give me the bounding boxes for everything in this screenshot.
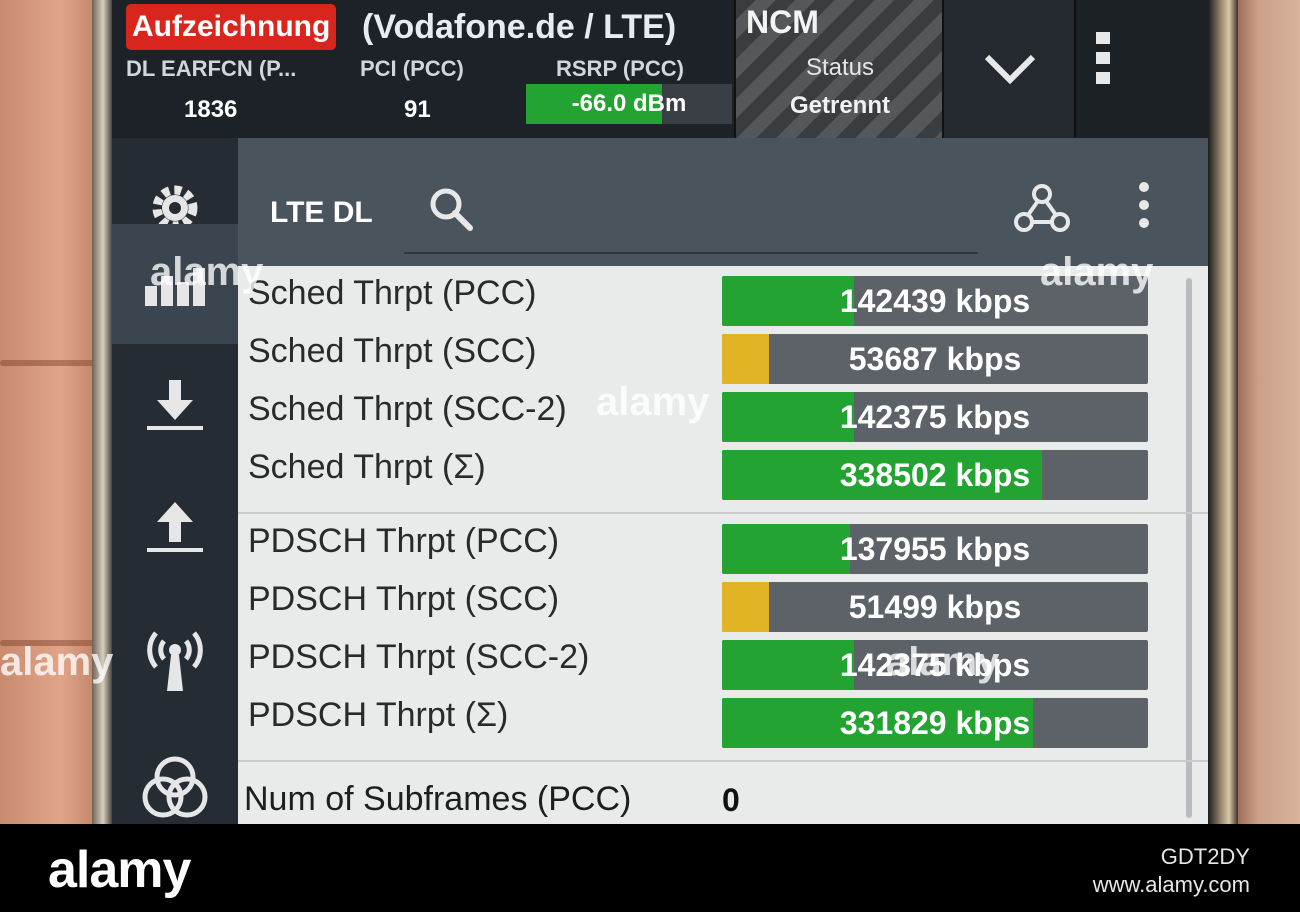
divider — [238, 760, 1208, 762]
watermark-logo: alamy — [0, 640, 114, 684]
metric-row: PDSCH Thrpt (SCC-2) 142375 kbps — [238, 632, 1208, 690]
metric-label: PDSCH Thrpt (SCC-2) — [248, 638, 590, 676]
panel-title: LTE DL — [270, 196, 373, 229]
more-vert-icon — [1139, 182, 1149, 228]
metric-bar: 53687 kbps — [722, 334, 1148, 384]
metric-label: Sched Thrpt (SCC) — [248, 332, 537, 370]
metric-row: Sched Thrpt (SCC-2) 142375 kbps — [238, 384, 1208, 442]
finger-crease — [0, 360, 100, 366]
more-vert-icon — [1096, 32, 1110, 84]
metric-bar: 142375 kbps — [722, 392, 1148, 442]
ncm-title: NCM — [746, 4, 819, 40]
chevron-down-icon — [984, 54, 1036, 85]
metric-value: 338502 kbps — [839, 457, 1031, 493]
watermark-url: www.alamy.com — [1092, 872, 1250, 897]
ncm-panel[interactable]: NCM Status Getrennt — [734, 0, 944, 138]
sidebar-item-upload[interactable] — [112, 468, 238, 588]
metric-row: PDSCH Thrpt (SCC) 51499 kbps — [238, 574, 1208, 632]
metric-row: PDSCH Thrpt (Σ) 331829 kbps — [238, 690, 1208, 748]
metric-row: PDSCH Thrpt (PCC) 137955 kbps — [238, 516, 1208, 574]
metric-bar: 331829 kbps — [722, 698, 1148, 748]
network-label: (Vodafone.de / LTE) — [362, 8, 677, 46]
metric-label: Sched Thrpt (PCC) — [248, 274, 537, 312]
metric-label: PDSCH Thrpt (PCC) — [248, 522, 560, 560]
metric-bar: 338502 kbps — [722, 450, 1148, 500]
metric-bar: 51499 kbps — [722, 582, 1148, 632]
watermark-logo: alamy — [596, 380, 710, 424]
metric-row: Sched Thrpt (SCC) 53687 kbps — [238, 326, 1208, 384]
subframes-label: Num of Subframes (PCC) — [244, 780, 632, 818]
sidebar-item-overlap[interactable] — [112, 728, 238, 824]
webhook-button[interactable] — [1014, 182, 1070, 239]
lte-dl-panel: LTE DL Sched Thrpt (PCC) 142439 kbps Sch… — [238, 138, 1208, 824]
panel-header: LTE DL — [238, 138, 1208, 266]
watermark-logo: alamy — [1040, 250, 1154, 294]
download-icon — [147, 380, 203, 430]
sidebar-item-signal[interactable] — [112, 598, 238, 718]
metric-value: 331829 kbps — [839, 705, 1031, 741]
divider — [238, 512, 1208, 514]
recording-badge[interactable]: Aufzeichnung — [126, 4, 337, 50]
sidebar-item-download[interactable] — [112, 346, 238, 466]
rsrp-value: -66.0 dBm — [571, 90, 687, 117]
upload-icon — [147, 502, 203, 552]
watermark-image-id: GDT2DY — [1160, 844, 1250, 869]
metric-label: PDSCH Thrpt (Σ) — [248, 696, 509, 734]
watermark-logo: alamy — [886, 640, 1000, 684]
metric-value: 137955 kbps — [839, 531, 1031, 567]
earfcn-header: DL EARFCN (P... — [126, 56, 297, 81]
watermark-bar: alamy GDT2DY www.alamy.com — [0, 824, 1300, 912]
search-icon — [430, 188, 473, 231]
ncm-status-label: Status — [805, 54, 875, 81]
metric-label: Sched Thrpt (SCC-2) — [248, 390, 567, 428]
metric-value: 51499 kbps — [848, 589, 1022, 625]
search-input[interactable] — [404, 252, 978, 254]
overflow-menu-button[interactable] — [1074, 0, 1208, 138]
status-bar: Aufzeichnung (Vodafone.de / LTE) DL EARF… — [112, 0, 1208, 138]
metric-row: Sched Thrpt (Σ) 338502 kbps — [238, 442, 1208, 500]
rsrp-header: RSRP (PCC) — [556, 56, 684, 81]
watermark-brand: alamy — [48, 841, 191, 899]
expand-button[interactable] — [942, 0, 1076, 138]
antenna-icon — [147, 631, 203, 691]
metric-value: 142375 kbps — [839, 399, 1031, 435]
earfcn-value: 1836 — [184, 96, 238, 123]
rsrp-bar: -66.0 dBm — [526, 84, 732, 124]
panel-menu-button[interactable] — [1138, 182, 1150, 233]
ncm-status-value: Getrennt — [789, 92, 890, 119]
hand-right — [1230, 0, 1300, 824]
metric-value: 53687 kbps — [848, 341, 1022, 377]
search-button[interactable] — [428, 186, 474, 237]
phone-bezel-right — [1208, 0, 1238, 824]
sidebar — [112, 138, 238, 824]
webhook-icon — [1014, 184, 1070, 232]
metric-label: PDSCH Thrpt (SCC) — [248, 580, 560, 618]
phone-bezel-left — [92, 0, 114, 824]
subframes-value: 0 — [722, 782, 740, 818]
venn-icon — [142, 756, 208, 818]
watermark-logo: alamy — [150, 250, 264, 294]
metric-label: Sched Thrpt (Σ) — [248, 448, 486, 486]
pci-header: PCI (PCC) — [360, 56, 464, 81]
metric-bar: 137955 kbps — [722, 524, 1148, 574]
pci-value: 91 — [404, 96, 431, 123]
